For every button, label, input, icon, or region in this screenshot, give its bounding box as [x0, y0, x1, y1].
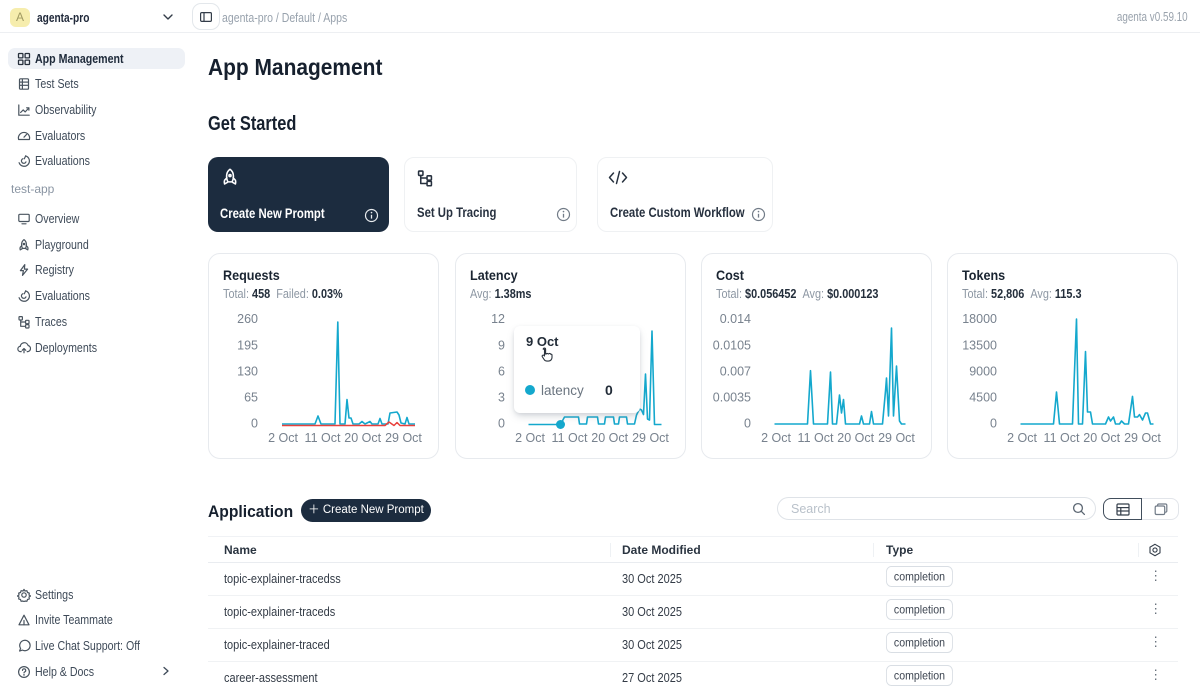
svg-text:20 Oct: 20 Oct	[1083, 431, 1120, 445]
svg-text:9000: 9000	[969, 364, 997, 378]
svg-text:9: 9	[498, 338, 505, 352]
svg-text:20 Oct: 20 Oct	[837, 431, 874, 445]
svg-text:0: 0	[498, 417, 505, 431]
svg-text:0.0105: 0.0105	[712, 338, 750, 352]
svg-text:2 Oct: 2 Oct	[268, 431, 298, 445]
svg-text:3: 3	[498, 390, 505, 404]
svg-text:260: 260	[237, 312, 258, 326]
svg-text:11 Oct: 11 Oct	[1043, 431, 1079, 445]
svg-text:18000: 18000	[962, 312, 997, 326]
svg-text:65: 65	[244, 390, 258, 404]
svg-text:130: 130	[237, 364, 258, 378]
svg-text:0.0035: 0.0035	[712, 390, 750, 404]
svg-text:11 Oct: 11 Oct	[305, 431, 341, 445]
svg-text:0: 0	[990, 417, 997, 431]
svg-text:11 Oct: 11 Oct	[551, 431, 587, 445]
svg-text:20 Oct: 20 Oct	[344, 431, 381, 445]
svg-text:2 Oct: 2 Oct	[761, 431, 791, 445]
svg-text:12: 12	[491, 312, 505, 326]
svg-text:20 Oct: 20 Oct	[591, 431, 628, 445]
svg-text:2 Oct: 2 Oct	[515, 431, 545, 445]
svg-text:0: 0	[251, 417, 258, 431]
svg-text:4500: 4500	[969, 390, 997, 404]
svg-text:195: 195	[237, 338, 258, 352]
svg-text:29 Oct: 29 Oct	[1124, 431, 1161, 445]
svg-text:13500: 13500	[962, 338, 997, 352]
svg-text:0.014: 0.014	[719, 312, 750, 326]
svg-text:2 Oct: 2 Oct	[1007, 431, 1037, 445]
svg-text:29 Oct: 29 Oct	[878, 431, 915, 445]
svg-text:0: 0	[744, 417, 751, 431]
svg-text:6: 6	[498, 364, 505, 378]
svg-text:29 Oct: 29 Oct	[632, 431, 669, 445]
svg-text:29 Oct: 29 Oct	[385, 431, 422, 445]
svg-text:0.007: 0.007	[719, 364, 750, 378]
svg-text:11 Oct: 11 Oct	[797, 431, 833, 445]
